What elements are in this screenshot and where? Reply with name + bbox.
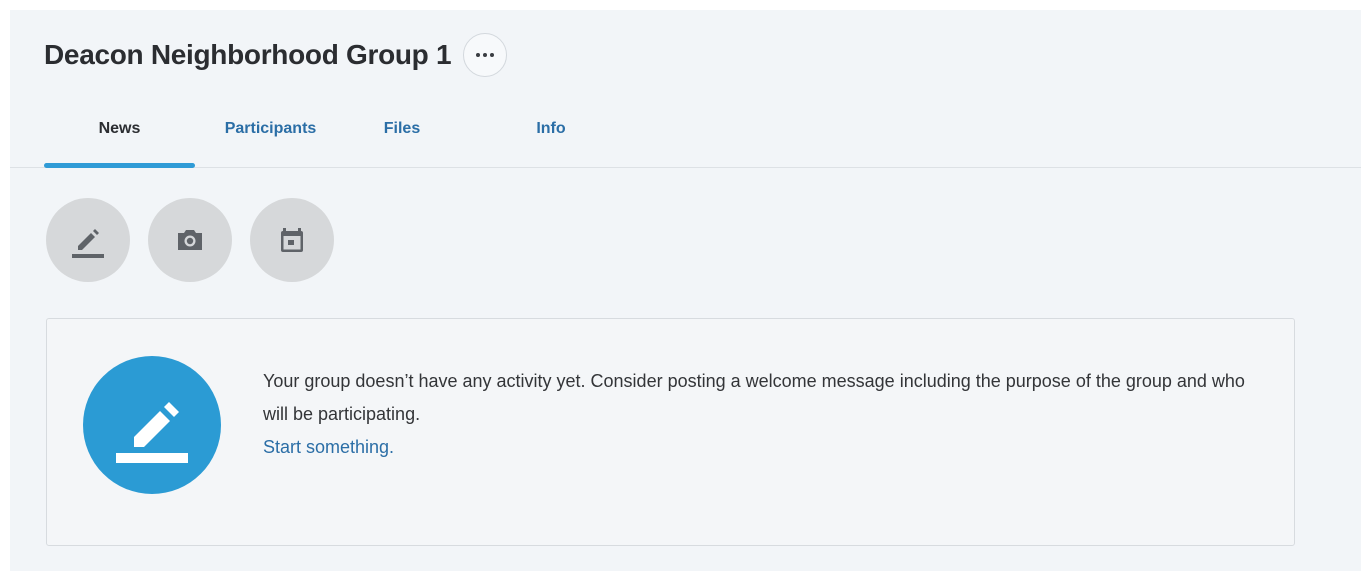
group-content: Deacon Neighborhood Group 1 News Partici… (10, 10, 1361, 571)
write-post-button[interactable] (46, 198, 130, 282)
group-header: Deacon Neighborhood Group 1 News Partici… (10, 10, 1361, 168)
more-options-button[interactable] (463, 33, 508, 77)
empty-state-illustration (83, 356, 221, 494)
tab-news[interactable]: News (44, 112, 195, 168)
calendar-icon (281, 228, 303, 252)
group-tabs: News Participants Files Info (44, 112, 644, 168)
empty-state-text: Your group doesn’t have any activity yet… (263, 365, 1263, 464)
add-photo-button[interactable] (148, 198, 232, 282)
page: Deacon Neighborhood Group 1 News Partici… (0, 0, 1361, 571)
start-something-link[interactable]: Start something. (263, 431, 394, 464)
page-title: Deacon Neighborhood Group 1 (44, 39, 452, 70)
add-event-button[interactable] (250, 198, 334, 282)
empty-state-message: Your group doesn’t have any activity yet… (263, 371, 1245, 424)
pencil-icon (72, 229, 104, 258)
tab-info[interactable]: Info (458, 112, 644, 167)
post-actions (46, 198, 334, 282)
pencil-icon (116, 402, 188, 463)
tab-participants[interactable]: Participants (195, 112, 346, 167)
title-row: Deacon Neighborhood Group 1 (44, 32, 508, 78)
camera-icon (178, 230, 202, 250)
tab-files[interactable]: Files (346, 112, 458, 167)
more-horizontal-icon (476, 53, 495, 57)
empty-activity-card: Your group doesn’t have any activity yet… (46, 318, 1295, 546)
